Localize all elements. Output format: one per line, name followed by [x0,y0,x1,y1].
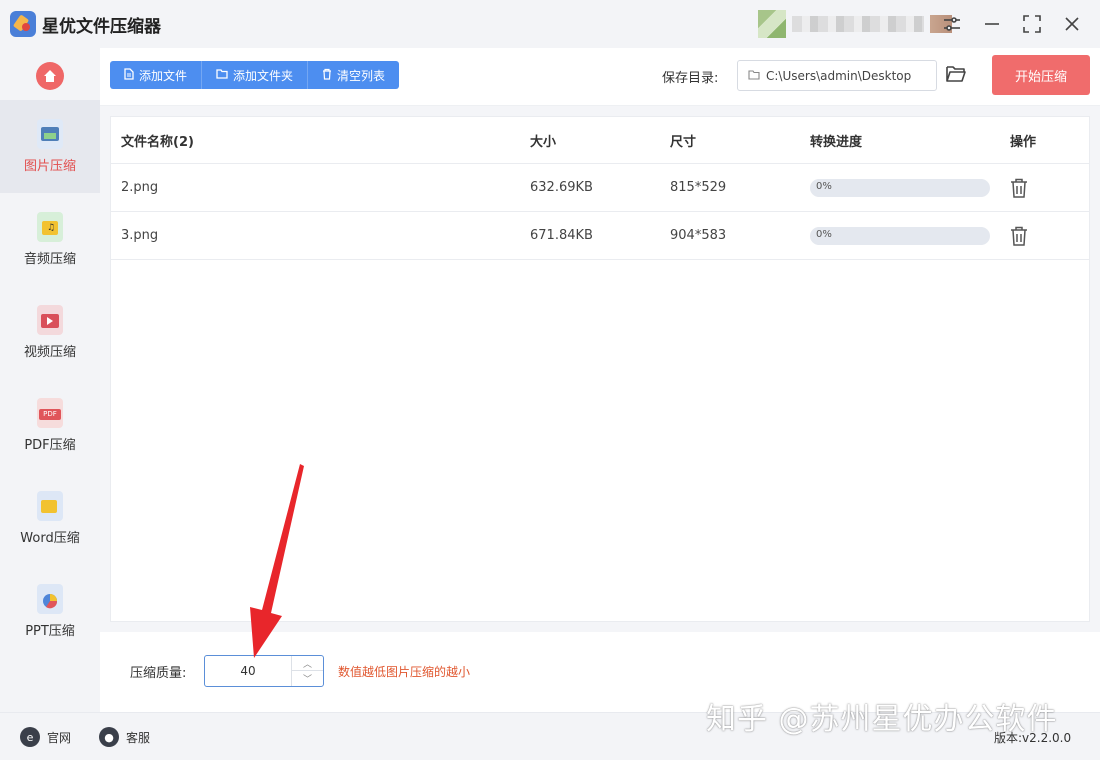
chat-bubble-icon: ● [99,727,119,747]
annotation-arrow [250,464,304,658]
sidebar-item-ppt-compress[interactable]: PPT压缩 [0,565,100,658]
file-name: 3.png [121,228,159,243]
table-header: 文件名称(2) 大小 尺寸 转换进度 操作 [111,117,1089,164]
website-link[interactable]: e 官网 [20,727,71,747]
audio-file-icon: ♫ [37,212,63,242]
file-size: 671.84KB [530,228,593,243]
file-name: 2.png [121,180,159,195]
sidebar-item-video-compress[interactable]: 视频压缩 [0,286,100,379]
file-size: 632.69KB [530,180,593,195]
user-account-avatar[interactable] [758,10,952,38]
pdf-file-icon: PDF [37,398,63,428]
sidebar-item-audio-compress[interactable]: ♫ 音频压缩 [0,193,100,286]
progress-cell: 0% [810,212,990,259]
support-link[interactable]: ● 客服 [99,727,150,747]
sidebar-item-label: PPT压缩 [25,624,75,639]
column-header-dimensions: 尺寸 [670,134,697,150]
file-dimensions: 904*583 [670,228,727,243]
start-compress-button[interactable]: 开始压缩 [992,55,1090,95]
sidebar-item-pdf-compress[interactable]: PDF PDF压缩 [0,379,100,472]
quality-label: 压缩质量: [130,666,187,681]
trash-icon [322,68,332,83]
progress-text: 0% [816,228,832,240]
column-header-size: 大小 [530,134,557,150]
maximize-icon[interactable] [1020,12,1044,36]
column-header-action: 操作 [1010,134,1037,150]
save-dir-input[interactable]: C:\Users\admin\Desktop [737,60,937,91]
column-header-progress: 转换进度 [810,134,863,150]
title-bar: 星优文件压缩器 [0,0,1100,48]
quality-value[interactable]: 40 [205,656,291,686]
home-icon[interactable] [36,62,64,90]
delete-row-icon[interactable] [1010,164,1028,211]
avatar [758,10,786,38]
browser-e-icon: e [20,727,40,747]
video-file-icon [37,305,63,335]
progress-bar: 0% [810,178,990,197]
folder-icon [748,69,760,83]
minimize-icon[interactable] [980,12,1004,36]
add-file-button[interactable]: 添加文件 [110,61,203,89]
folder-icon [216,68,228,82]
progress-bar: 0% [810,226,990,245]
column-header-name: 文件名称(2) [121,134,194,150]
file-dimensions: 815*529 [670,180,727,195]
sidebar-item-label: 视频压缩 [23,345,76,360]
word-file-icon [37,491,63,521]
app-logo-icon [10,11,36,37]
table-row[interactable]: 3.png 671.84KB 904*583 0% [111,212,1089,260]
sidebar-item-label: Word压缩 [20,531,80,546]
table-row[interactable]: 2.png 632.69KB 815*529 0% [111,164,1089,212]
image-file-icon [37,119,63,149]
settings-sliders-icon[interactable] [940,12,964,36]
progress-cell: 0% [810,164,990,211]
add-folder-button[interactable]: 添加文件夹 [202,61,309,89]
sidebar: 图片压缩 ♫ 音频压缩 视频压缩 PDF PDF压缩 Word压缩 PPT压缩 [0,48,100,712]
browse-folder-icon[interactable] [945,64,969,86]
stepper-down-icon[interactable]: ﹀ [291,671,323,686]
add-file-label: 添加文件 [139,68,188,83]
app-title: 星优文件压缩器 [42,16,161,37]
clear-list-label: 清空列表 [337,68,386,83]
file-icon [124,67,134,83]
delete-row-icon[interactable] [1010,212,1028,259]
sidebar-item-label: PDF压缩 [24,438,76,453]
save-dir-label: 保存目录: [662,71,719,86]
ppt-file-icon [37,584,63,614]
sidebar-item-label: 音频压缩 [23,252,76,267]
website-label: 官网 [47,730,72,745]
add-folder-label: 添加文件夹 [233,68,294,83]
save-dir-path: C:\Users\admin\Desktop [766,68,912,83]
close-icon[interactable] [1060,12,1084,36]
watermark: 知乎 @苏州星优办公软件 [706,702,1058,737]
progress-text: 0% [816,180,832,192]
quality-hint: 数值越低图片压缩的越小 [338,665,471,679]
sidebar-item-image-compress[interactable]: 图片压缩 [0,100,100,193]
blurred-username [792,16,924,32]
file-button-group: 添加文件 添加文件夹 清空列表 [110,61,400,89]
support-label: 客服 [126,730,151,745]
toolbar: 添加文件 添加文件夹 清空列表 保存目录: C:\Users\admin\Des… [100,48,1100,106]
sidebar-item-word-compress[interactable]: Word压缩 [0,472,100,565]
sidebar-item-label: 图片压缩 [23,159,76,174]
clear-list-button[interactable]: 清空列表 [308,61,399,89]
